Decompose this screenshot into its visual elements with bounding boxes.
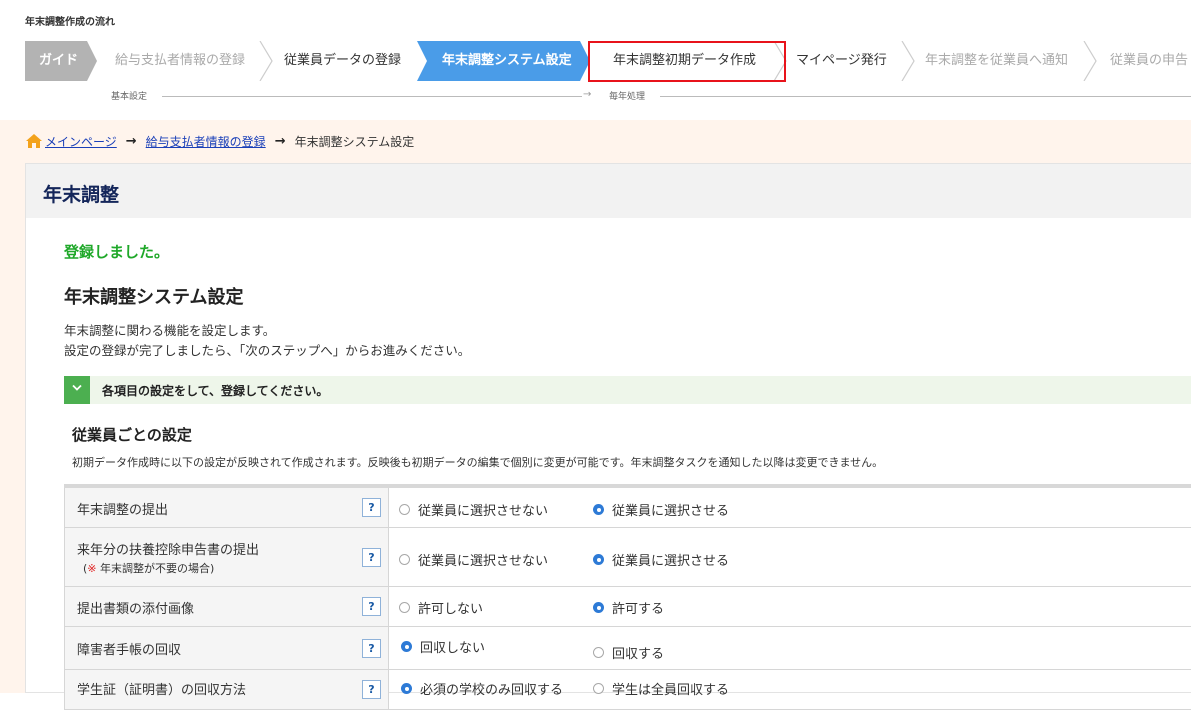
table-row: 提出書類の添付画像 ? 許可しない 許可する (64, 587, 1191, 627)
arrow-right-icon: → (125, 133, 137, 149)
description-line-2: 設定の登録が完了しましたら、「次のステップへ」からお進みください。 (64, 343, 471, 358)
settings-table: 年末調整の提出 ? 従業員に選択させない 従業員に選択させる 来年分の扶養控除申… (64, 484, 1191, 710)
radio-option[interactable]: 回収しない (401, 637, 485, 656)
step-payer-info-label: 給与支払者情報の登録 (115, 53, 246, 68)
step-employee-data[interactable]: 従業員データの登録 (272, 41, 417, 81)
flow-steps: ガイド 給与支払者情報の登録 従業員データの登録 年末調整システム設定 年末調整… (25, 41, 1191, 83)
radio-label: 許可する (612, 602, 665, 617)
table-row: 学生証（証明書）の回収方法 ? 必須の学校のみ回収する 学生は全員回収する (64, 670, 1191, 710)
radio-option[interactable]: 許可する (593, 598, 664, 617)
step-initial-data[interactable]: 年末調整初期データ作成 (590, 41, 786, 81)
panel-title: 年末調整 (43, 184, 120, 206)
panel-header: 年末調整 (26, 164, 1191, 218)
row-label: 年末調整の提出 (77, 503, 169, 518)
chevron-right-icon (259, 41, 273, 81)
step-initial-data-label: 年末調整初期データ作成 (613, 53, 757, 68)
radio-label: 従業員に選択させる (612, 504, 730, 519)
radio-label: 回収しない (420, 641, 486, 656)
radio-off-icon[interactable] (399, 602, 410, 613)
radio-option[interactable]: 従業員に選択させない (399, 550, 548, 569)
row-sublabel: 年末調整が不要の場合 (100, 562, 211, 575)
success-message: 登録しました。 (64, 243, 170, 261)
radio-label: 従業員に選択させない (418, 504, 549, 519)
row-label: 学生証（証明書）の回収方法 (77, 683, 247, 698)
flow-area: 年末調整作成の流れ ガイド 給与支払者情報の登録 従業員データの登録 年末調整シ… (0, 0, 1191, 120)
breadcrumb: メインページ → 給与支払者情報の登録 → 年末調整システム設定 (25, 131, 414, 151)
chevron-right-icon (1083, 41, 1097, 81)
phase-line (162, 96, 582, 97)
radio-option[interactable]: 従業員に選択させる (593, 500, 729, 519)
phase-yearly: 毎年処理 (609, 92, 646, 102)
radio-label: 従業員に選択させない (418, 554, 549, 569)
phase-basic: 基本設定 (111, 92, 148, 102)
step-notify[interactable]: 年末調整を従業員へ通知 (913, 41, 1085, 81)
row-label: 障害者手帳の回収 (77, 643, 182, 658)
radio-on-icon[interactable] (401, 683, 412, 694)
breadcrumb-payer-link[interactable]: 給与支払者情報の登録 (146, 133, 266, 150)
table-row: 年末調整の提出 ? 従業員に選択させない 従業員に選択させる (64, 488, 1191, 528)
help-icon[interactable]: ? (362, 597, 381, 616)
radio-label: 学生は全員回収する (612, 683, 730, 698)
section-note: 初期データ作成時に以下の設定が反映されて作成されます。反映後も初期データの編集で… (72, 456, 884, 469)
row-label-cell: 来年分の扶養控除申告書の提出 (※ 年末調整が不要の場合) ? (64, 528, 389, 586)
radio-option[interactable]: 必須の学校のみ回収する (401, 679, 563, 698)
step-system-settings[interactable]: 年末調整システム設定 (417, 41, 590, 81)
step-guide[interactable]: ガイド (25, 41, 97, 81)
radio-option[interactable]: 従業員に選択させない (399, 500, 548, 519)
description-line-1: 年末調整に関わる機能を設定します。 (64, 323, 276, 338)
step-guide-label: ガイド (39, 53, 79, 68)
help-icon[interactable]: ? (362, 498, 381, 517)
radio-off-icon[interactable] (399, 504, 410, 515)
flow-title: 年末調整作成の流れ (25, 17, 115, 28)
step-mypage-label: マイページ発行 (796, 53, 887, 68)
breadcrumb-current: 年末調整システム設定 (294, 134, 415, 149)
table-row: 来年分の扶養控除申告書の提出 (※ 年末調整が不要の場合) ? 従業員に選択させ… (64, 528, 1191, 587)
radio-off-icon[interactable] (593, 647, 604, 658)
content-panel: 年末調整 登録しました。 年末調整システム設定 年末調整に関わる機能を設定します… (25, 163, 1191, 710)
step-notify-label: 年末調整を従業員へ通知 (925, 53, 1069, 68)
row-label-cell: 学生証（証明書）の回収方法 ? (64, 670, 389, 709)
radio-off-icon[interactable] (399, 554, 410, 565)
radio-on-icon[interactable] (593, 602, 604, 613)
radio-off-icon[interactable] (593, 683, 604, 694)
radio-option[interactable]: 従業員に選択させる (593, 550, 729, 569)
chevron-down-icon (64, 376, 90, 404)
radio-option[interactable]: 学生は全員回収する (593, 679, 729, 698)
phase-line (660, 96, 1191, 97)
step-employee-declare-label: 従業員の申告 (1110, 53, 1189, 68)
step-employee-declare[interactable]: 従業員の申告 (1097, 41, 1191, 81)
notice-bar: 各項目の設定をして、登録してください。 (64, 376, 1191, 404)
radio-on-icon[interactable] (401, 641, 412, 652)
step-payer-info[interactable]: 給与支払者情報の登録 (97, 41, 262, 81)
radio-label: 許可しない (418, 602, 484, 617)
radio-label: 回収する (612, 647, 665, 662)
step-system-settings-label: 年末調整システム設定 (442, 53, 572, 68)
radio-on-icon[interactable] (593, 504, 604, 515)
row-label: 来年分の扶養控除申告書の提出 (77, 543, 260, 558)
breadcrumb-home-link[interactable]: メインページ (45, 133, 117, 150)
row-label-cell: 年末調整の提出 ? (64, 488, 389, 527)
help-icon[interactable]: ? (362, 548, 381, 567)
page-heading: 年末調整システム設定 (64, 287, 244, 308)
note-mark: ※ (87, 562, 97, 575)
chevron-right-icon (773, 41, 787, 81)
radio-option[interactable]: 許可しない (399, 598, 483, 617)
radio-label: 必須の学校のみ回収する (420, 683, 564, 698)
row-label: 提出書類の添付画像 (77, 602, 195, 617)
help-icon[interactable]: ? (362, 680, 381, 699)
notice-text: 各項目の設定をして、登録してください。 (102, 384, 329, 398)
row-label-cell: 障害者手帳の回収 ? (64, 627, 389, 669)
radio-on-icon[interactable] (593, 554, 604, 565)
section-title: 従業員ごとの設定 (72, 426, 192, 444)
table-row: 障害者手帳の回収 ? 回収しない 回収する (64, 627, 1191, 670)
step-mypage[interactable]: マイページ発行 (786, 41, 913, 81)
radio-label: 従業員に選択させる (612, 554, 730, 569)
row-label-cell: 提出書類の添付画像 ? (64, 587, 389, 626)
arrow-right-icon: → (583, 89, 592, 100)
arrow-right-icon: → (274, 133, 286, 149)
home-icon[interactable] (25, 133, 43, 149)
step-employee-data-label: 従業員データの登録 (284, 53, 402, 68)
radio-option[interactable]: 回収する (593, 643, 664, 662)
help-icon[interactable]: ? (362, 639, 381, 658)
